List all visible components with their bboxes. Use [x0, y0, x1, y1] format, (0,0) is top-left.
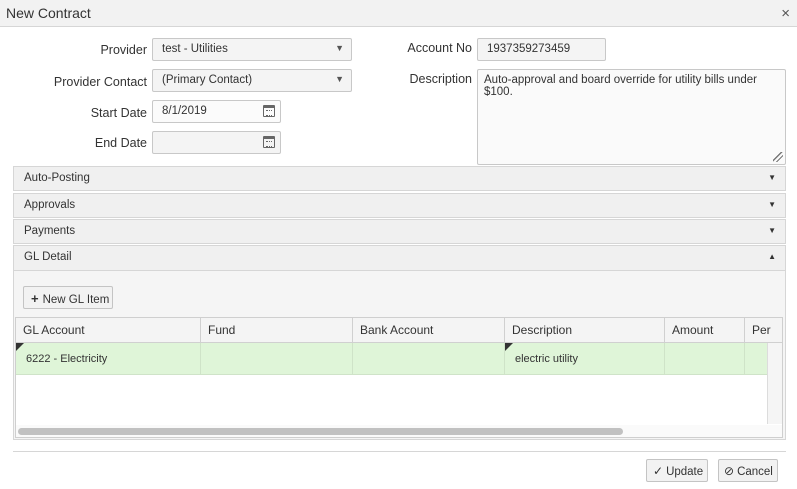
table-row[interactable]: 6222 - Electricity electric utility [16, 343, 769, 375]
gl-grid: GL Account Fund Bank Account Description… [15, 317, 783, 438]
start-date-value: 8/1/2019 [162, 105, 207, 117]
chevron-down-icon: ▼ [335, 74, 344, 84]
vertical-scrollbar[interactable] [767, 343, 782, 424]
cell-per[interactable] [745, 343, 769, 375]
description-value: Auto-approval and board override for uti… [484, 74, 757, 98]
new-gl-item-button[interactable]: + New GL Item [23, 286, 113, 309]
dirty-marker-icon [505, 343, 513, 351]
column-header-fund[interactable]: Fund [201, 318, 353, 343]
section-gl-detail[interactable]: GL Detail ▲ [13, 245, 786, 271]
dialog-title: New Contract [6, 5, 91, 21]
section-title: GL Detail [24, 251, 72, 263]
chevron-down-icon: ▼ [768, 173, 776, 182]
plus-icon: + [31, 291, 39, 306]
grid-header: GL Account Fund Bank Account Description… [16, 318, 782, 343]
calendar-icon[interactable] [263, 136, 275, 148]
column-header-amount[interactable]: Amount [665, 318, 745, 343]
section-auto-posting[interactable]: Auto-Posting ▼ [13, 166, 786, 191]
provider-contact-select[interactable]: (Primary Contact) ▼ [152, 69, 352, 92]
cell-description[interactable]: electric utility [505, 343, 665, 375]
resize-grip-icon[interactable] [773, 152, 783, 162]
new-gl-item-label: New GL Item [42, 294, 110, 306]
update-button[interactable]: ✓ Update [646, 459, 708, 482]
cell-gl-account[interactable]: 6222 - Electricity [16, 343, 201, 375]
provider-contact-value: (Primary Contact) [162, 74, 253, 86]
description-cell-value: electric utility [515, 353, 578, 365]
description-textarea[interactable]: Auto-approval and board override for uti… [477, 69, 786, 165]
footer-divider [13, 451, 786, 452]
horizontal-scrollbar[interactable] [16, 425, 782, 437]
cell-bank-account[interactable] [353, 343, 505, 375]
column-header-per[interactable]: Per [745, 318, 782, 343]
provider-contact-label: Provider Contact [53, 75, 147, 89]
description-label: Description [409, 72, 472, 86]
end-date-field[interactable] [152, 131, 281, 154]
ban-icon: ⊘ [724, 464, 735, 478]
gl-account-value: 6222 - Electricity [26, 353, 108, 365]
account-no-value: 1937359273459 [487, 43, 571, 55]
column-header-gl-account[interactable]: GL Account [16, 318, 201, 343]
section-title: Approvals [24, 199, 76, 211]
chevron-up-icon: ▲ [768, 252, 776, 261]
column-header-description[interactable]: Description [505, 318, 665, 343]
chevron-down-icon: ▼ [768, 226, 776, 235]
section-title: Payments [24, 225, 76, 237]
account-no-field[interactable]: 1937359273459 [477, 38, 606, 61]
close-icon[interactable]: × [781, 5, 790, 22]
horizontal-scrollbar-thumb[interactable] [18, 428, 623, 435]
chevron-down-icon: ▼ [768, 200, 776, 209]
column-header-bank-account[interactable]: Bank Account [353, 318, 505, 343]
dialog-titlebar: New Contract × [0, 0, 797, 27]
section-title: Auto-Posting [24, 172, 90, 184]
section-approvals[interactable]: Approvals ▼ [13, 193, 786, 218]
start-date-field[interactable]: 8/1/2019 [152, 100, 281, 123]
chevron-down-icon: ▼ [335, 43, 344, 53]
dirty-marker-icon [16, 343, 24, 351]
provider-value: test - Utilities [162, 43, 228, 55]
cancel-label: Cancel [737, 466, 773, 478]
end-date-label: End Date [94, 136, 147, 150]
account-no-label: Account No [407, 41, 472, 55]
update-label: Update [666, 466, 704, 478]
check-icon: ✓ [653, 464, 664, 478]
cancel-button[interactable]: ⊘ Cancel [718, 459, 778, 482]
cell-amount[interactable] [665, 343, 745, 375]
provider-select[interactable]: test - Utilities ▼ [152, 38, 352, 61]
cell-fund[interactable] [201, 343, 353, 375]
provider-label: Provider [100, 43, 147, 57]
section-payments[interactable]: Payments ▼ [13, 219, 786, 244]
calendar-icon[interactable] [263, 105, 275, 117]
start-date-label: Start Date [90, 106, 147, 120]
